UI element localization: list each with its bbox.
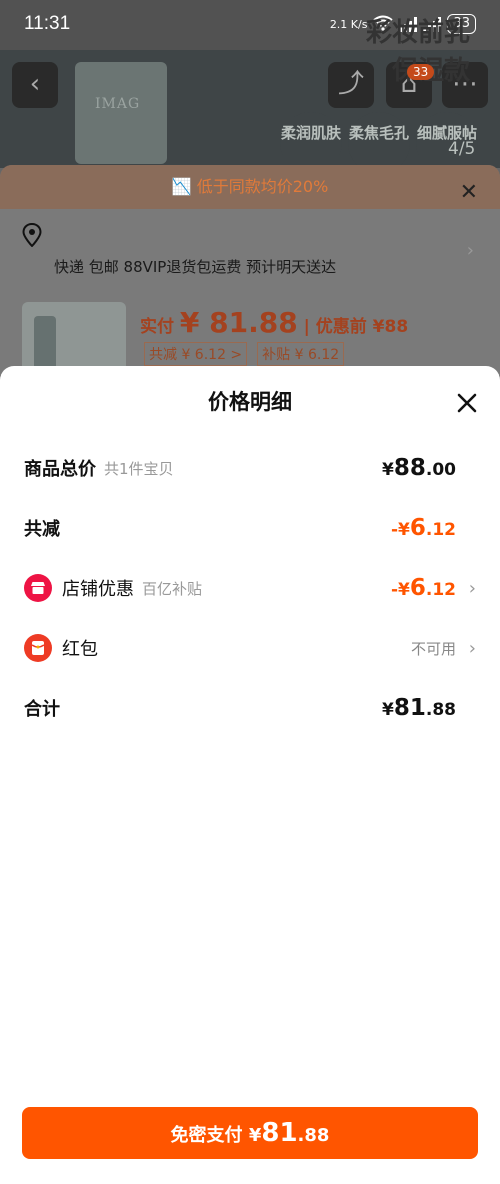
shipping-info[interactable]: 快递 包邮 88VIP退货包运费 预计明天送达 [54, 256, 336, 277]
red-packet-row[interactable]: 红包 不可用 › [24, 633, 476, 663]
total-value: ¥88.00 [382, 455, 456, 481]
back-button[interactable]: ‹ [12, 62, 58, 108]
total-row: 商品总价 共1件宝贝 ¥88.00 [24, 453, 476, 483]
value-dec: .12 [425, 520, 456, 540]
currency: -¥ [390, 580, 410, 600]
sum-label: 合计 [24, 699, 60, 720]
currency: ¥ [382, 460, 394, 480]
subsidy-tag: 百亿补贴 [142, 579, 203, 598]
sum-row: 合计 ¥81.88 [24, 693, 476, 723]
product-thumbnail [22, 302, 126, 374]
close-icon[interactable]: ✕ [460, 171, 478, 215]
shop-discount-row[interactable]: 店铺优惠 百亿补贴 -¥6.12 › [24, 573, 476, 603]
value-int: 6 [409, 515, 426, 541]
sum-value: ¥81.88 [382, 695, 456, 721]
price-detail-sheet: 价格明细 商品总价 共1件宝贝 ¥88.00 共减 -¥6.12 店铺优惠 百亿… [0, 366, 500, 1184]
red-packet-label: 红包 [62, 639, 98, 660]
status-time: 11:31 [24, 13, 71, 34]
pay-label: 实付 [140, 317, 174, 337]
order-sheet: 📉 低于同款均价20% ✕ 快递 包邮 88VIP退货包运费 预计明天送达 › … [0, 165, 500, 375]
value-int: 81 [393, 695, 426, 721]
red-packet-status: 不可用 [410, 639, 456, 658]
currency: ¥ [382, 700, 394, 720]
red-packet-icon [24, 634, 52, 662]
currency: ¥ [248, 1125, 262, 1146]
pay-int: 81 [261, 1118, 298, 1148]
discount-chips: 共减 ¥ 6.12 > 补贴 ¥ 6.12 [144, 342, 345, 366]
pre-discount-price: | 优惠前 ¥88 [303, 317, 409, 337]
reduced-label: 共减 [24, 519, 60, 540]
shop-discount-value: -¥6.12 [391, 575, 456, 601]
banner-text: 低于同款均价20% [196, 177, 329, 196]
pay-price: ¥ 81.88 [179, 306, 298, 339]
value-dec: .00 [425, 460, 456, 480]
pay-button[interactable]: 免密支付 ¥81.88 [22, 1107, 478, 1159]
image-counter: 4/5 [448, 139, 476, 159]
cart-badge: 33 [407, 64, 435, 80]
location-icon [22, 223, 42, 247]
shop-discount-label: 店铺优惠 [62, 579, 134, 600]
subsidy-chip: 补贴 ¥ 6.12 [257, 342, 345, 366]
chevron-right-icon: › [468, 577, 476, 599]
value-int: 88 [393, 455, 426, 481]
product-image: IMAG [75, 62, 167, 164]
chevron-right-icon: › [466, 240, 474, 261]
reduce-chip[interactable]: 共减 ¥ 6.12 > [144, 342, 248, 366]
sheet-title: 价格明细 [208, 390, 292, 414]
pay-summary: 实付 ¥ 81.88 | 优惠前 ¥88 [140, 306, 408, 339]
total-label: 商品总价 [24, 459, 96, 480]
price-banner: 📉 低于同款均价20% ✕ [0, 165, 500, 209]
trend-down-icon: 📉 [171, 177, 192, 196]
item-count: 共1件宝贝 [104, 459, 174, 478]
product-brand: IMAG [95, 96, 141, 112]
promo-line1: 彩妆前乳 [365, 18, 470, 48]
close-button[interactable] [456, 392, 478, 414]
reduced-row: 共减 -¥6.12 [24, 513, 476, 543]
value-dec: .88 [425, 700, 456, 720]
pay-button-label: 免密支付 [170, 1125, 243, 1146]
pay-dec: .88 [297, 1125, 330, 1146]
value-dec: .12 [425, 580, 456, 600]
net-speed: 2.1 K/s [329, 17, 368, 31]
chevron-right-icon: › [468, 637, 476, 659]
currency: -¥ [390, 520, 410, 540]
reduced-value: -¥6.12 [391, 515, 456, 541]
shop-icon [24, 574, 52, 602]
value-int: 6 [409, 575, 426, 601]
